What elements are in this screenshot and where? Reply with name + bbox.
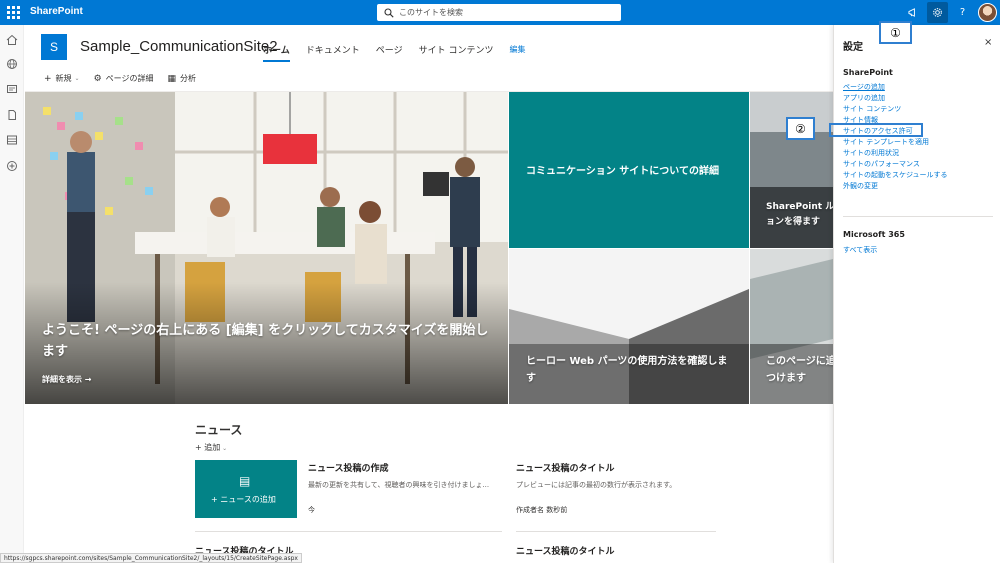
- site-navigation: ホーム ドキュメント ページ サイト コンテンツ 編集: [263, 43, 541, 62]
- hero-main-link[interactable]: 詳細を表示 →: [42, 374, 92, 385]
- gear-icon: [933, 8, 942, 17]
- status-bar-url: https://sgpcs.sharepoint.com/sites/Sampl…: [0, 553, 302, 563]
- app-bar: [0, 25, 24, 563]
- chevron-down-icon: ⌄: [220, 445, 228, 452]
- app-launcher-icon[interactable]: [7, 6, 20, 19]
- site-title[interactable]: Sample_CommunicationSite2: [80, 38, 278, 55]
- settings-link-show-all[interactable]: すべて表示: [843, 245, 877, 255]
- nav-item-home[interactable]: ホーム: [263, 43, 290, 62]
- settings-link-site-performance[interactable]: サイトのパフォーマンス: [843, 159, 920, 169]
- news-item-desc: 最新の更新を共有して、視聴者の興味を引き付けましょ...: [308, 481, 490, 489]
- panel-divider: [843, 216, 993, 217]
- news-icon: ▤: [239, 474, 251, 488]
- callout-highlight-permissions: [829, 123, 923, 137]
- hero-right-top-title: SharePoint ル ョンを得ます: [766, 202, 833, 227]
- settings-panel-title: 設定: [843, 42, 863, 53]
- news-item-desc: プレビューには記事の最初の数行が表示されます。: [516, 481, 677, 489]
- nav-item-documents[interactable]: ドキュメント: [306, 43, 360, 62]
- add-news-label: + ニュースの追加: [211, 495, 276, 504]
- add-news-card[interactable]: ▤ + ニュースの追加: [195, 460, 297, 518]
- news-item-title: ニュース投稿の作成: [308, 464, 389, 474]
- command-bar: + 新規 ⌄ ⚙ ページの詳細 ▦ 分析: [44, 73, 210, 84]
- gear-icon: ⚙: [93, 73, 102, 84]
- plus-icon: +: [195, 443, 205, 452]
- analytics-button[interactable]: ▦ 分析: [168, 73, 197, 84]
- settings-link-apply-template[interactable]: サイト テンプレートを適用: [843, 137, 929, 147]
- news-item[interactable]: ニュース投稿の作成 最新の更新を共有して、視聴者の興味を引き付けましょ... 今: [308, 461, 503, 515]
- news-icon[interactable]: [6, 83, 18, 95]
- sharepoint-brand-link[interactable]: SharePoint: [30, 6, 83, 17]
- hero-teal-title: コミュニケーション サイトについての詳細: [526, 166, 719, 177]
- search-input[interactable]: [399, 8, 599, 17]
- news-section-title: ニュース: [195, 423, 243, 437]
- hero-bottom-mid-title: ヒーロー Web パーツの使用方法を確認します: [526, 356, 728, 384]
- news-item[interactable]: ニュース投稿のタイトル プレビューには記事の最初の数行が表示されます。 作成者名…: [516, 461, 716, 515]
- settings-link-add-app[interactable]: アプリの追加: [843, 93, 885, 103]
- home-icon[interactable]: [6, 34, 18, 46]
- nav-edit-link[interactable]: 編集: [509, 44, 525, 62]
- page-details-button[interactable]: ⚙ ページの詳細: [94, 73, 154, 84]
- analytics-label: 分析: [180, 74, 197, 83]
- hero-main-link-label: 詳細を表示: [42, 375, 82, 384]
- hero-main-title: ようこそ! ページの右上にある [編集] をクリックしてカスタマイズを開始します: [42, 323, 489, 359]
- list-icon[interactable]: [6, 134, 18, 146]
- news-add-button[interactable]: + 追加 ⌄: [195, 442, 227, 453]
- settings-link-change-look[interactable]: 外観の変更: [843, 181, 878, 191]
- add-circle-icon[interactable]: [6, 160, 18, 172]
- site-search[interactable]: [377, 4, 621, 21]
- news-item[interactable]: ニュース投稿のタイトル: [516, 544, 716, 563]
- new-button[interactable]: + 新規 ⌄: [44, 73, 80, 84]
- settings-link-site-contents[interactable]: サイト コンテンツ: [843, 104, 901, 114]
- chevron-down-icon: ⌄: [74, 75, 80, 82]
- callout-badge-1: ①: [879, 21, 912, 44]
- callout-badge-2: ②: [786, 117, 815, 140]
- settings-link-add-page[interactable]: ページの追加: [843, 82, 885, 92]
- news-item-title: ニュース投稿のタイトル: [516, 547, 615, 557]
- close-icon[interactable]: ×: [984, 37, 992, 48]
- nav-item-pages[interactable]: ページ: [376, 43, 403, 62]
- m365-section-header: Microsoft 365: [843, 230, 905, 239]
- news-item-meta: 作成者名 数秒前: [516, 506, 568, 514]
- sharepoint-section-header: SharePoint: [843, 68, 893, 77]
- news-divider: [516, 531, 716, 532]
- globe-icon[interactable]: [6, 58, 18, 70]
- help-icon[interactable]: ?: [954, 4, 971, 21]
- news-divider: [195, 531, 502, 532]
- plus-icon: +: [44, 73, 52, 84]
- hero-bottom-right-title: このページに追 つけます: [766, 356, 833, 384]
- search-icon: [384, 7, 394, 18]
- megaphone-icon[interactable]: [905, 4, 922, 21]
- hero-tile-main[interactable]: ようこそ! ページの右上にある [編集] をクリックしてカスタマイズを開始します…: [25, 92, 508, 404]
- document-icon[interactable]: [6, 109, 18, 121]
- news-add-label: 追加: [204, 443, 221, 452]
- news-item-meta: 今: [308, 506, 315, 514]
- settings-gear-button[interactable]: [927, 2, 948, 23]
- suite-bar: SharePoint ?: [0, 0, 1000, 25]
- hero-tile-web-parts[interactable]: ヒーロー Web パーツの使用方法を確認します: [509, 249, 749, 404]
- add-news-label-text: ニュースの追加: [220, 495, 276, 504]
- hero-tile-add-page[interactable]: このページに追 つけます: [750, 249, 833, 404]
- settings-link-site-usage[interactable]: サイトの利用状況: [843, 148, 899, 158]
- nav-item-site-contents[interactable]: サイト コンテンツ: [419, 43, 494, 62]
- new-label: 新規: [55, 74, 72, 83]
- user-avatar[interactable]: [978, 3, 997, 22]
- page-details-label: ページの詳細: [105, 74, 154, 83]
- news-item-title: ニュース投稿のタイトル: [516, 464, 615, 474]
- settings-link-schedule-launch[interactable]: サイトの起動をスケジュールする: [843, 170, 948, 180]
- analytics-icon: ▦: [167, 73, 177, 84]
- hero-tile-communication[interactable]: コミュニケーション サイトについての詳細: [509, 92, 749, 248]
- hero-tile-sharepoint[interactable]: SharePoint ル ョンを得ます: [750, 92, 833, 248]
- arrow-right-icon: →: [84, 375, 92, 384]
- settings-panel: 設定 × SharePoint ページの追加 アプリの追加 サイト コンテンツ …: [833, 25, 1000, 563]
- site-logo[interactable]: S: [41, 34, 67, 60]
